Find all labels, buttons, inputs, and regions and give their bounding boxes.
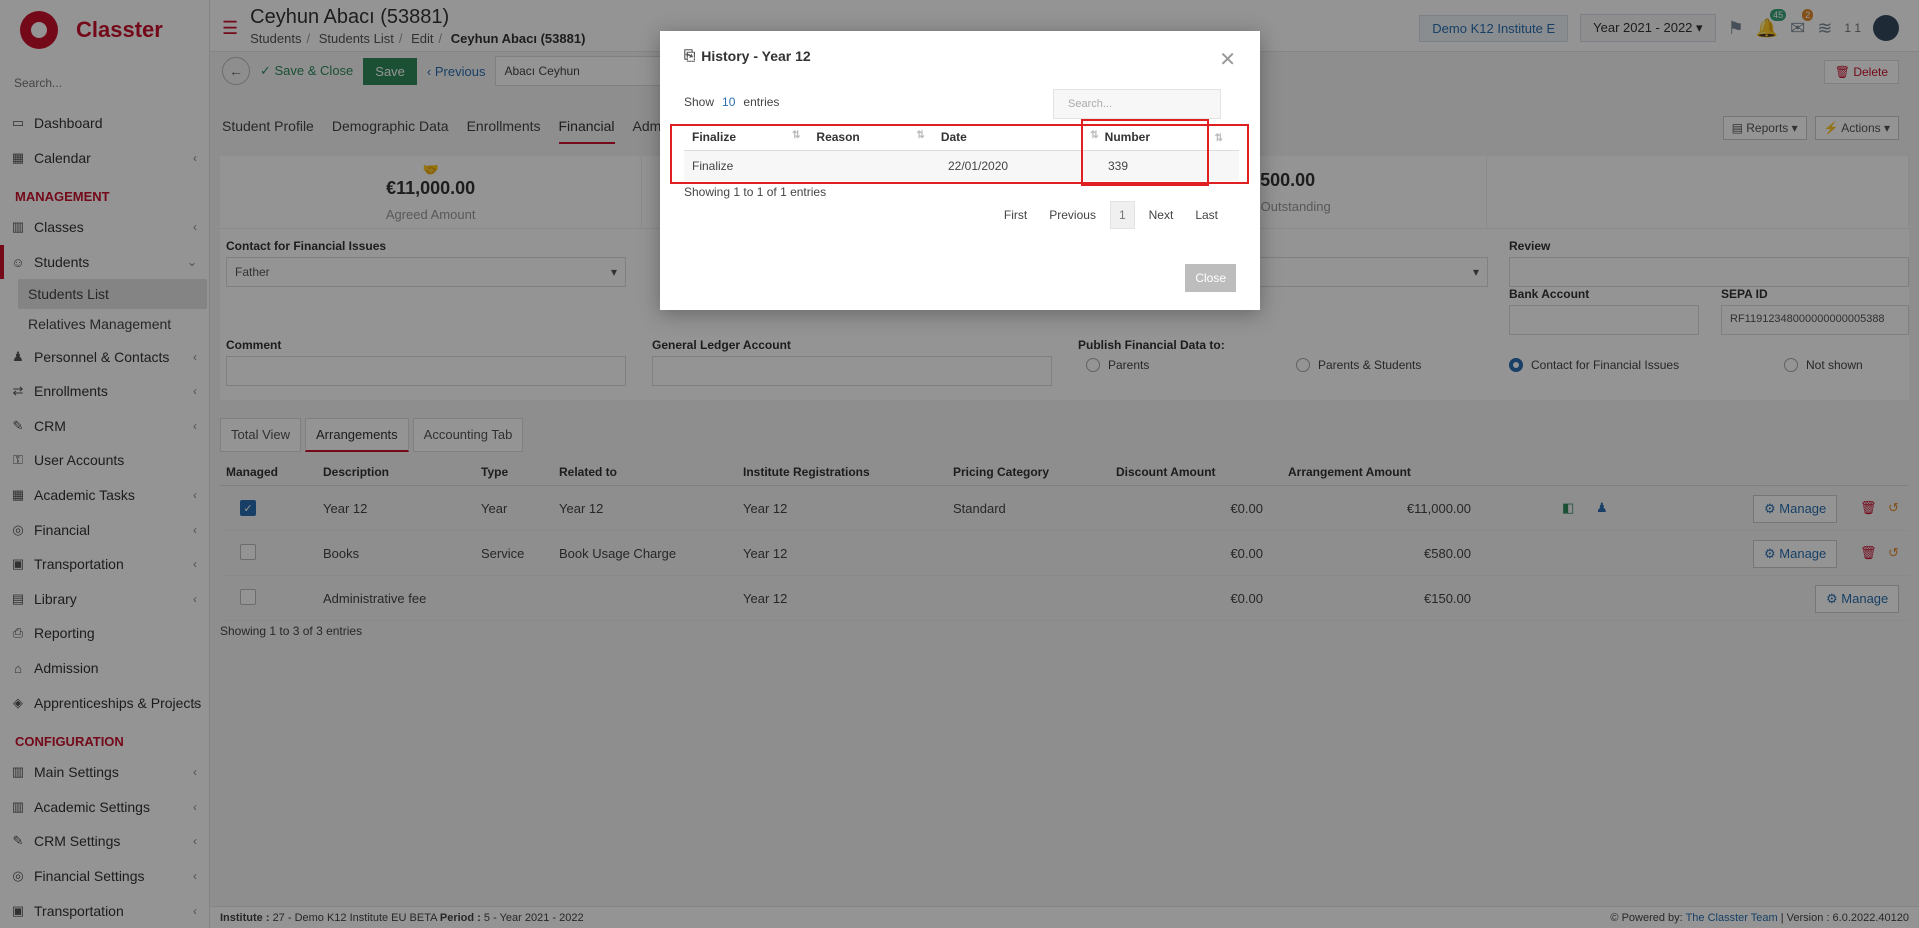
modal-title-text: History - Year 12 [701,47,811,64]
modal-search-input[interactable]: Search... [1053,89,1221,119]
entries-label: entries [743,95,780,109]
modal-close-button[interactable]: Close [1185,264,1236,292]
show-label: Show [684,95,715,109]
highlight-number-column [1081,119,1209,186]
page-previous[interactable]: Previous [1041,202,1104,228]
page-current[interactable]: 1 [1109,201,1135,229]
entries-count-select[interactable]: 10 [722,95,735,109]
entries-length: Show 10 entries [684,95,779,109]
modal-title: ⎘ History - Year 12 [684,47,811,64]
modal-table-info: Showing 1 to 1 of 1 entries [684,185,827,199]
close-icon[interactable]: ✕ [1219,47,1236,72]
page-last[interactable]: Last [1187,202,1226,228]
page-next[interactable]: Next [1141,202,1182,228]
page-first[interactable]: First [996,202,1035,228]
pagination: First Previous 1 Next Last [996,201,1226,229]
history-icon: ⎘ [684,47,696,63]
